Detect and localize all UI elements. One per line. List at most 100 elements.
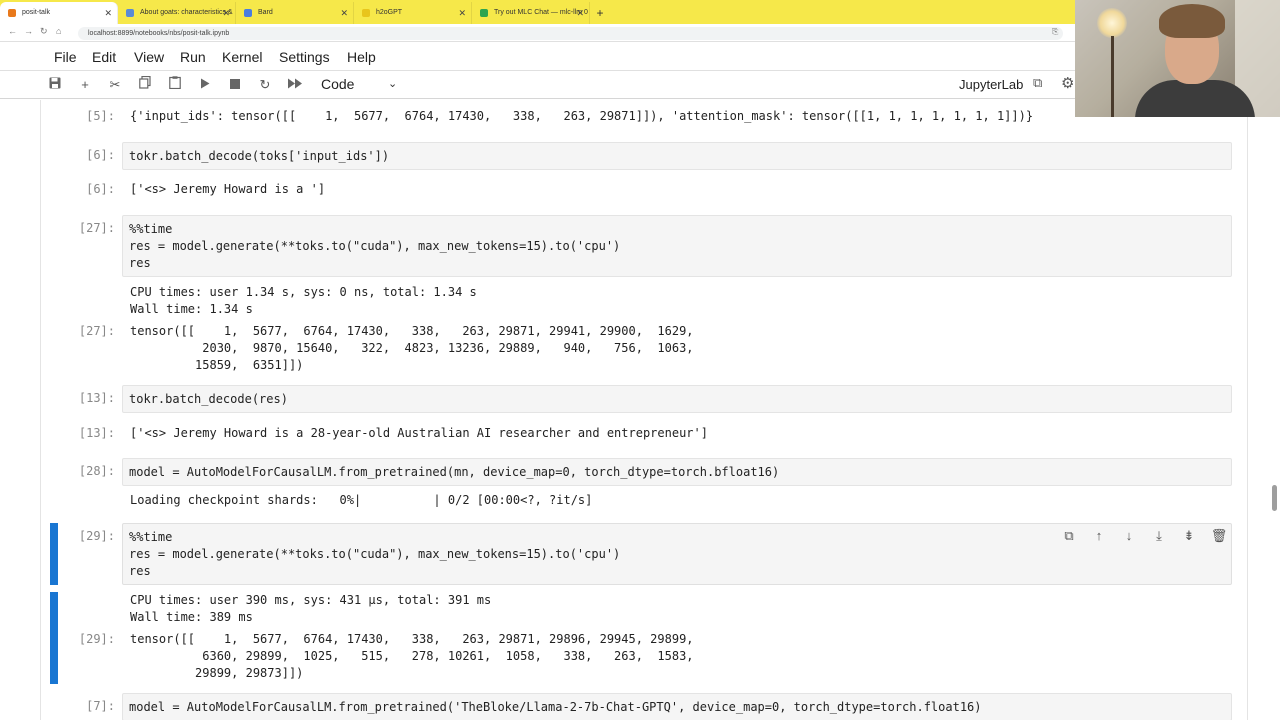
code-line: %%time bbox=[129, 222, 173, 236]
stream-line: CPU times: user 1.34 s, sys: 0 ns, total… bbox=[130, 285, 477, 299]
stream-output: CPU times: user 1.34 s, sys: 0 ns, total… bbox=[130, 284, 477, 318]
merge-icon[interactable]: ⇟ bbox=[1180, 528, 1198, 544]
h2o-favicon-icon bbox=[362, 9, 370, 17]
close-icon[interactable]: ✕ bbox=[576, 2, 584, 24]
cell-type-dropdown[interactable]: Code bbox=[321, 76, 354, 92]
move-down-icon[interactable]: ↓ bbox=[1120, 528, 1138, 543]
output-prompt: [13]: bbox=[78, 426, 115, 440]
code-line: res bbox=[129, 256, 151, 271]
input-prompt: [28]: bbox=[78, 464, 115, 478]
code-line: model = AutoModelForCausalLM.from_pretra… bbox=[129, 465, 780, 479]
share-icon[interactable]: ⎘ bbox=[1052, 27, 1058, 37]
jupyter-favicon-icon bbox=[8, 9, 16, 17]
code-line: tokr.batch_decode(res) bbox=[129, 392, 288, 406]
code-line: res = model.generate(**toks.to("cuda"), … bbox=[129, 547, 621, 562]
output-line: tensor([[ 1, 5677, 6764, 17430, 338, 263… bbox=[130, 324, 694, 338]
page-favicon-icon bbox=[126, 9, 134, 17]
code-cell-input[interactable]: %%time res = model.generate(**toks.to("c… bbox=[122, 215, 1232, 277]
output-prompt: [27]: bbox=[78, 324, 115, 338]
close-icon[interactable]: ✕ bbox=[340, 2, 348, 24]
delete-icon[interactable]: 🗑 bbox=[1210, 528, 1228, 544]
browser-tab-bard[interactable]: Bard ✕ bbox=[236, 2, 354, 24]
cut-icon[interactable]: ✂ bbox=[105, 75, 125, 95]
menu-settings[interactable]: Settings bbox=[279, 49, 330, 65]
new-tab-plus-icon[interactable]: + bbox=[590, 2, 610, 24]
cell-output: ['<s> Jeremy Howard is a '] bbox=[130, 182, 326, 196]
input-prompt: [29]: bbox=[78, 529, 115, 543]
duplicate-icon[interactable]: ⧉ bbox=[1060, 528, 1078, 544]
output-line: 15859, 6351]]) bbox=[130, 358, 304, 373]
notebook-scrollbar[interactable] bbox=[1272, 485, 1277, 511]
code-cell-input[interactable]: model = AutoModelForCausalLM.from_pretra… bbox=[122, 693, 1232, 720]
home-icon[interactable]: ⌂ bbox=[56, 26, 61, 36]
menu-view[interactable]: View bbox=[134, 49, 164, 65]
stream-output: CPU times: user 390 ms, sys: 431 µs, tot… bbox=[130, 592, 491, 626]
input-prompt: [7]: bbox=[86, 699, 115, 713]
add-cell-icon[interactable]: + bbox=[75, 75, 95, 95]
browser-tab-mlc-chat[interactable]: Try out MLC Chat — mlc-llm 0 ✕ bbox=[472, 2, 590, 24]
output-prompt: [5]: bbox=[86, 109, 115, 123]
code-cell-input[interactable]: tokr.batch_decode(toks['input_ids']) bbox=[122, 142, 1232, 170]
tab-label: Try out MLC Chat — mlc-llm 0 bbox=[494, 9, 588, 16]
close-icon[interactable]: ✕ bbox=[458, 2, 466, 24]
run-all-icon[interactable] bbox=[285, 75, 305, 95]
lamp-pole bbox=[1111, 36, 1114, 117]
code-line: model = AutoModelForCausalLM.from_pretra… bbox=[129, 700, 982, 714]
forward-arrow-icon[interactable]: → bbox=[24, 26, 33, 36]
input-prompt: [27]: bbox=[78, 221, 115, 235]
progress-output: Loading checkpoint shards: 0%| | 0/2 [00… bbox=[130, 493, 593, 507]
code-line: tokr.batch_decode(toks['input_ids']) bbox=[129, 148, 1225, 165]
stream-line: Wall time: 1.34 s bbox=[130, 302, 253, 317]
browser-tab-posit-talk[interactable]: posit-talk ✕ bbox=[0, 2, 118, 24]
restart-icon[interactable]: ↻ bbox=[255, 75, 275, 95]
stream-line: Wall time: 389 ms bbox=[130, 610, 253, 625]
close-icon[interactable]: ✕ bbox=[104, 2, 112, 24]
output-line: tensor([[ 1, 5677, 6764, 17430, 338, 263… bbox=[130, 632, 694, 646]
insert-below-icon[interactable]: ⤓ bbox=[1150, 528, 1168, 544]
move-up-icon[interactable]: ↑ bbox=[1090, 528, 1108, 543]
output-prompt: [6]: bbox=[86, 182, 115, 196]
output-line: 6360, 29899, 1025, 515, 278, 10261, 1058… bbox=[130, 649, 694, 664]
code-cell-input[interactable]: model = AutoModelForCausalLM.from_pretra… bbox=[122, 458, 1232, 486]
stop-icon[interactable] bbox=[225, 75, 245, 95]
tab-label: posit-talk bbox=[22, 9, 51, 16]
output-line: 29899, 29873]]) bbox=[130, 666, 304, 681]
menu-kernel[interactable]: Kernel bbox=[222, 49, 262, 65]
tab-label: About goats: characteristics & bbox=[140, 9, 233, 16]
menu-help[interactable]: Help bbox=[347, 49, 376, 65]
menu-edit[interactable]: Edit bbox=[92, 49, 116, 65]
cell-output: tensor([[ 1, 5677, 6764, 17430, 338, 263… bbox=[130, 323, 694, 375]
output-prompt: [29]: bbox=[78, 632, 115, 646]
reload-icon[interactable]: ↻ bbox=[40, 26, 48, 37]
cell-output: {'input_ids': tensor([[ 1, 5677, 6764, 1… bbox=[130, 109, 1034, 123]
url-field[interactable]: localhost:8899/notebooks/nbs/posit-talk.… bbox=[78, 27, 1063, 40]
output-line: 2030, 9870, 15640, 322, 4823, 13236, 298… bbox=[130, 341, 694, 356]
cell-output: ['<s> Jeremy Howard is a 28-year-old Aus… bbox=[130, 426, 708, 440]
code-line: res = model.generate(**toks.to("cuda"), … bbox=[129, 239, 621, 254]
presenter-hair bbox=[1159, 4, 1225, 38]
menu-file[interactable]: File bbox=[54, 49, 77, 65]
input-prompt: [13]: bbox=[78, 391, 115, 405]
menu-run[interactable]: Run bbox=[180, 49, 206, 65]
close-icon[interactable]: ✕ bbox=[222, 2, 230, 24]
run-icon[interactable] bbox=[195, 75, 215, 95]
code-line: res bbox=[129, 564, 151, 579]
lamp-light bbox=[1097, 8, 1127, 38]
copy-icon[interactable] bbox=[135, 75, 155, 95]
browser-tab-h2ogpt[interactable]: h2oGPT ✕ bbox=[354, 2, 472, 24]
browser-tab-goats[interactable]: About goats: characteristics & ✕ bbox=[118, 2, 236, 24]
input-prompt: [6]: bbox=[86, 148, 115, 162]
external-link-icon[interactable]: ⧉ bbox=[1033, 75, 1042, 91]
chevron-down-icon[interactable]: ⌄ bbox=[388, 77, 397, 90]
bard-favicon-icon bbox=[244, 9, 252, 17]
cell-output: tensor([[ 1, 5677, 6764, 17430, 338, 263… bbox=[130, 631, 694, 683]
code-cell-input[interactable]: tokr.batch_decode(res) bbox=[122, 385, 1232, 413]
back-arrow-icon[interactable]: ← bbox=[8, 26, 17, 36]
github-favicon-icon bbox=[480, 9, 488, 17]
open-in-jupyterlab-link[interactable]: JupyterLab bbox=[959, 77, 1023, 92]
gear-icon[interactable]: ⚙ bbox=[1061, 74, 1074, 92]
stream-line: CPU times: user 390 ms, sys: 431 µs, tot… bbox=[130, 593, 492, 607]
save-icon[interactable] bbox=[45, 75, 65, 95]
webcam-overlay bbox=[1075, 0, 1280, 117]
paste-icon[interactable] bbox=[165, 75, 185, 95]
